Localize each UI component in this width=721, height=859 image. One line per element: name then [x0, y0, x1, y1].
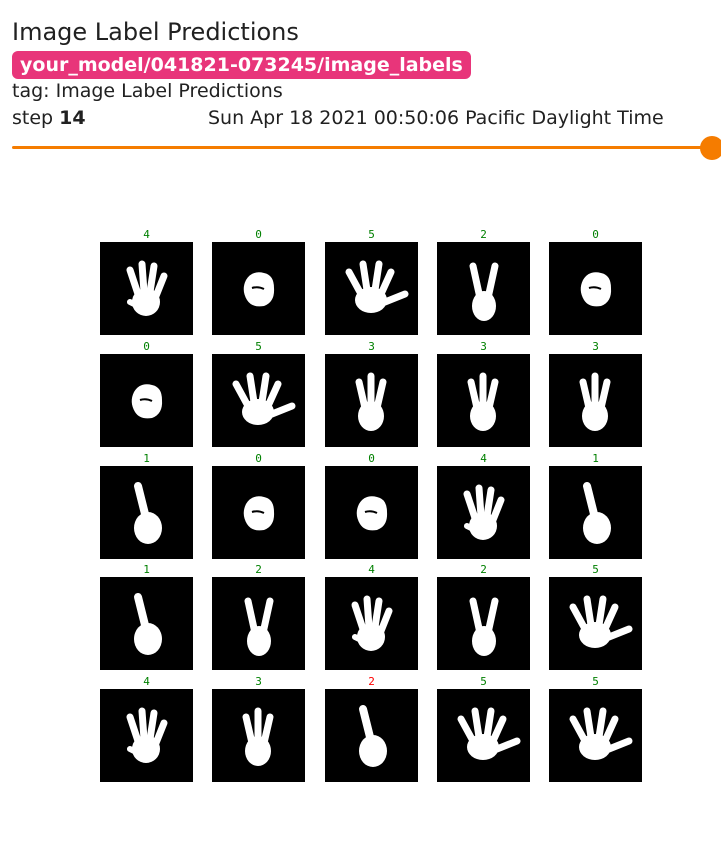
prediction-label: 3	[592, 340, 599, 353]
prediction-cell: 1	[100, 563, 193, 670]
hand-three-fingers-icon	[549, 354, 642, 447]
prediction-cell: 2	[437, 228, 530, 335]
step-label: step	[12, 107, 54, 129]
hand-one-finger-icon	[100, 466, 193, 559]
prediction-label: 0	[255, 228, 262, 241]
hand-two-fingers-icon	[437, 577, 530, 670]
prediction-cell: 0	[212, 228, 305, 335]
prediction-cell: 5	[212, 340, 305, 447]
prediction-label: 5	[592, 675, 599, 688]
tag-label: tag: Image Label Predictions	[12, 80, 283, 102]
prediction-cell: 0	[549, 228, 642, 335]
hand-three-fingers-icon	[437, 354, 530, 447]
prediction-cell: 2	[437, 563, 530, 670]
prediction-cell: 0	[100, 340, 193, 447]
step-row: step 14 Sun Apr 18 2021 00:50:06 Pacific…	[12, 105, 721, 131]
hand-two-fingers-icon	[212, 577, 305, 670]
prediction-label: 4	[368, 563, 375, 576]
prediction-label: 3	[255, 675, 262, 688]
prediction-cell: 5	[437, 675, 530, 782]
hand-open-icon	[212, 354, 305, 447]
prediction-cell: 5	[549, 563, 642, 670]
hand-fist-icon	[325, 466, 418, 559]
hand-open-icon	[325, 242, 418, 335]
hand-three-fingers-icon	[212, 689, 305, 782]
prediction-label: 4	[143, 228, 150, 241]
prediction-cell: 2	[325, 675, 418, 782]
hand-two-fingers-icon	[437, 242, 530, 335]
prediction-label: 0	[368, 452, 375, 465]
hand-fist-icon	[549, 242, 642, 335]
prediction-cell: 5	[325, 228, 418, 335]
run-name-badge: your_model/041821-073245/image_labels	[12, 51, 471, 79]
step-slider-thumb[interactable]	[700, 136, 721, 160]
prediction-label: 4	[143, 675, 150, 688]
hand-four-fingers-icon	[325, 577, 418, 670]
hand-four-fingers-icon	[437, 466, 530, 559]
hand-four-fingers-icon	[100, 689, 193, 782]
prediction-cell: 4	[100, 675, 193, 782]
prediction-label: 0	[592, 228, 599, 241]
prediction-label: 3	[368, 340, 375, 353]
prediction-cell: 4	[100, 228, 193, 335]
step-slider-track[interactable]	[12, 146, 712, 149]
prediction-cell: 3	[437, 340, 530, 447]
hand-four-fingers-icon	[100, 242, 193, 335]
prediction-label: 5	[592, 563, 599, 576]
prediction-label: 1	[143, 563, 150, 576]
prediction-cell: 0	[212, 452, 305, 559]
prediction-cell: 0	[325, 452, 418, 559]
prediction-cell: 1	[549, 452, 642, 559]
prediction-label: 2	[368, 675, 375, 688]
hand-fist-icon	[212, 466, 305, 559]
step-value: 14	[59, 107, 86, 129]
prediction-label: 5	[255, 340, 262, 353]
prediction-label: 1	[143, 452, 150, 465]
hand-three-fingers-icon	[325, 354, 418, 447]
prediction-cell: 4	[325, 563, 418, 670]
prediction-label: 0	[255, 452, 262, 465]
hand-one-finger-icon	[549, 466, 642, 559]
hand-open-icon	[549, 577, 642, 670]
prediction-label: 0	[143, 340, 150, 353]
hand-one-finger-icon	[325, 689, 418, 782]
prediction-label: 5	[480, 675, 487, 688]
prediction-label: 2	[480, 563, 487, 576]
hand-one-finger-icon	[100, 577, 193, 670]
prediction-label: 3	[480, 340, 487, 353]
prediction-label: 2	[480, 228, 487, 241]
prediction-cell: 5	[549, 675, 642, 782]
prediction-label: 5	[368, 228, 375, 241]
hand-open-icon	[437, 689, 530, 782]
prediction-cell: 3	[325, 340, 418, 447]
prediction-cell: 3	[212, 675, 305, 782]
prediction-cell: 3	[549, 340, 642, 447]
card-title: Image Label Predictions	[12, 18, 299, 46]
prediction-cell: 1	[100, 452, 193, 559]
hand-fist-icon	[100, 354, 193, 447]
prediction-label: 2	[255, 563, 262, 576]
hand-fist-icon	[212, 242, 305, 335]
timestamp: Sun Apr 18 2021 00:50:06 Pacific Dayligh…	[208, 107, 664, 129]
prediction-cell: 2	[212, 563, 305, 670]
prediction-label: 4	[480, 452, 487, 465]
prediction-cell: 4	[437, 452, 530, 559]
hand-open-icon	[549, 689, 642, 782]
prediction-label: 1	[592, 452, 599, 465]
